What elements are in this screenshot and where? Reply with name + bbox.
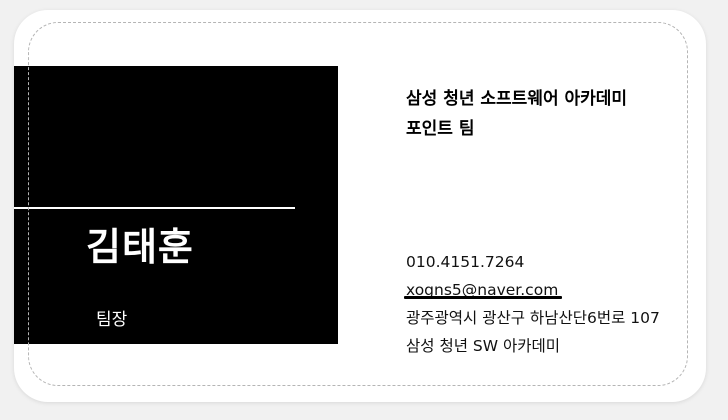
organization-line-1: 삼성 청년 소프트웨어 아카데미 (406, 89, 628, 109)
organization-line-2: 포인트 팀 (406, 119, 475, 139)
name-panel (14, 66, 338, 344)
panel-divider (14, 207, 295, 209)
phone-number: 010.4151.7264 (406, 253, 525, 271)
email-address[interactable]: xogns5@naver.com (406, 276, 558, 304)
contact-block: 010.4151.7264 xogns5@naver.com 광주광역시 광산구… (406, 248, 660, 360)
person-role: 팀장 (96, 310, 128, 330)
address: 광주광역시 광산구 하남산단6번로 107 (406, 309, 660, 327)
organization-block: 삼성 청년 소프트웨어 아카데미 포인트 팀 (406, 84, 627, 144)
person-name: 김태훈 (86, 225, 194, 269)
company-name: 삼성 청년 SW 아카데미 (406, 337, 561, 355)
email-underline (404, 296, 562, 299)
